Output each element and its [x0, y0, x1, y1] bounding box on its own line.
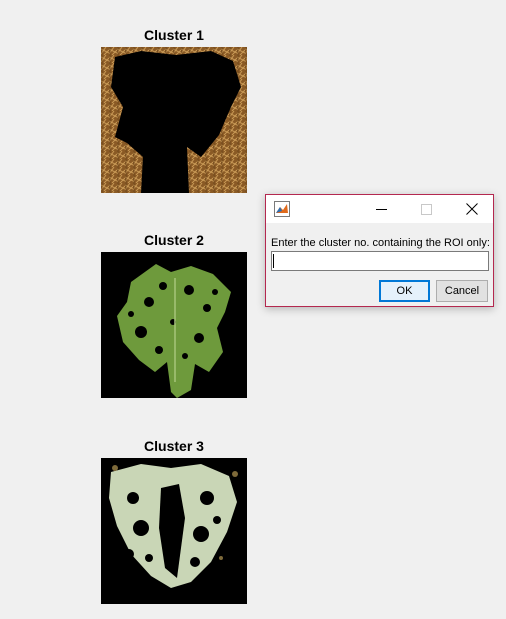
cluster-1-image: [101, 47, 247, 193]
cluster-2-title: Cluster 2: [144, 232, 204, 248]
close-icon: [465, 203, 478, 215]
input-dialog: Enter the cluster no. containing the ROI…: [265, 194, 494, 307]
dialog-prompt: Enter the cluster no. containing the ROI…: [271, 237, 490, 249]
maximize-button: [404, 195, 449, 223]
matlab-icon: [274, 201, 290, 217]
cluster-number-input[interactable]: [271, 251, 489, 271]
text-caret: [273, 254, 274, 268]
minimize-icon: [376, 208, 387, 210]
close-button[interactable]: [449, 195, 494, 223]
cancel-button[interactable]: Cancel: [436, 280, 488, 302]
cluster-3-title: Cluster 3: [144, 438, 204, 454]
ok-button[interactable]: OK: [379, 280, 430, 302]
cluster-1-title: Cluster 1: [144, 27, 204, 43]
minimize-button[interactable]: [359, 195, 404, 223]
dialog-titlebar[interactable]: [266, 195, 493, 223]
cluster-3-image: [101, 458, 247, 604]
maximize-icon: [421, 203, 432, 215]
cluster-2-image: [101, 252, 247, 398]
